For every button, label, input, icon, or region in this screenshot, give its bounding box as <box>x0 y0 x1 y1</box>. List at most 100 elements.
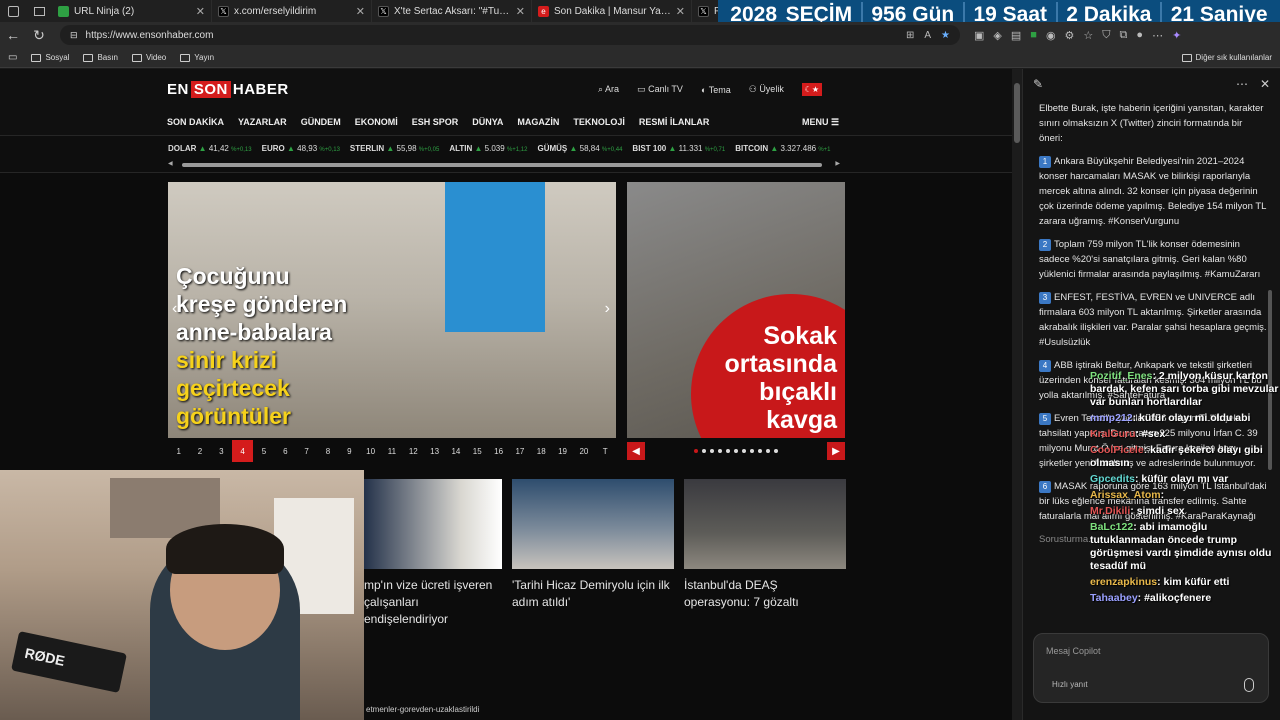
pager-item[interactable]: 10 <box>360 440 381 462</box>
search-link[interactable]: ⌕ Ara <box>598 84 619 95</box>
other-bookmarks[interactable]: Diğer sık kullanılanlar <box>1181 53 1272 62</box>
news-card[interactable]: 'Tarihi Hicaz Demiryolu için ilk adım at… <box>512 479 674 611</box>
slider-dot[interactable] <box>758 449 762 453</box>
ticker-item[interactable]: EURO ▲ 48,93 %+0,13 <box>262 144 340 153</box>
pager-item[interactable]: 8 <box>317 440 338 462</box>
pager-item[interactable]: 5 <box>253 440 274 462</box>
nav-item[interactable]: GÜNDEM <box>301 117 341 127</box>
slider-dot[interactable] <box>702 449 706 453</box>
nav-item[interactable]: TEKNOLOJİ <box>573 117 625 127</box>
pager-item[interactable]: 17 <box>509 440 530 462</box>
pager-item[interactable]: 7 <box>296 440 317 462</box>
browser-tab[interactable]: 𝕏x.com/erselyildirim ✕ <box>212 0 372 22</box>
pager-item[interactable]: 1 <box>168 440 189 462</box>
news-card[interactable]: mp'ın vize ücreti işveren çalışanları en… <box>364 479 502 628</box>
chat-username[interactable]: BaLc122 <box>1090 521 1133 533</box>
profile-icon[interactable] <box>0 0 26 22</box>
app-available-icon[interactable]: ⊞ <box>906 30 914 41</box>
slider-dot[interactable] <box>750 449 754 453</box>
url-field[interactable]: ⊟ https://www.ensonhaber.com ⊞ A ★ <box>60 25 960 45</box>
site-logo[interactable]: EN SON HABER <box>167 81 289 98</box>
extension-icon[interactable]: ▤ <box>1011 29 1021 42</box>
close-tab-icon[interactable]: ✕ <box>676 5 685 18</box>
secondary-slider[interactable]: Sokak ortasında bıçaklı kavga <box>627 182 845 438</box>
read-aloud-icon[interactable]: A <box>924 30 931 41</box>
browser-tab[interactable]: 𝕏 X'te Sertac Aksarı: "#Turkiye #Hul ✕ <box>372 0 532 22</box>
nav-item[interactable]: MAGAZİN <box>517 117 559 127</box>
microphone-icon[interactable] <box>1244 678 1254 692</box>
chat-username[interactable]: KralGuru <box>1090 428 1136 440</box>
avatar[interactable]: ● <box>1136 29 1143 42</box>
ticker-item[interactable]: DOLAR ▲ 41,42 %+0,13 <box>168 144 252 153</box>
chat-username[interactable]: Arissax_Atom <box>1090 489 1161 501</box>
nav-item[interactable]: RESMİ İLANLAR <box>639 117 710 127</box>
pager-item[interactable]: T <box>595 440 616 462</box>
new-chat-icon[interactable]: ✎ <box>1033 77 1043 91</box>
ticker-scrollbar[interactable]: ◀ ▶ <box>168 160 840 168</box>
bookmark-folder-basin[interactable]: Basın <box>83 53 118 62</box>
chat-username[interactable]: Tahaabey <box>1090 592 1138 604</box>
news-card[interactable]: İstanbul'da DEAŞ operasyonu: 7 gözaltı <box>684 479 846 611</box>
chat-username[interactable]: mmp212 <box>1090 412 1133 424</box>
ticker-item[interactable]: BIST 100 ▲ 11.331 %+0,71 <box>632 144 725 153</box>
nav-item[interactable]: DÜNYA <box>472 117 503 127</box>
theme-link[interactable]: ◐ Tema <box>701 85 731 95</box>
pager-item[interactable]: 18 <box>531 440 552 462</box>
ticker-item[interactable]: STERLIN ▲ 55,98 %+0,05 <box>350 144 439 153</box>
nav-item[interactable]: EKONOMİ <box>355 117 398 127</box>
pager-item[interactable]: 6 <box>275 440 296 462</box>
more-icon[interactable]: ⋯ <box>1152 29 1163 42</box>
pager-item[interactable]: 16 <box>488 440 509 462</box>
chat-username[interactable]: Pozitif_Enes <box>1090 370 1152 382</box>
close-tab-icon[interactable]: ✕ <box>516 5 525 18</box>
nav-item[interactable]: ESH SPOR <box>412 117 459 127</box>
slider-dot[interactable] <box>734 449 738 453</box>
pager-item[interactable]: 20 <box>573 440 594 462</box>
nav-item[interactable]: SON DAKİKA <box>167 117 224 127</box>
slider-dot[interactable] <box>766 449 770 453</box>
chat-username[interactable]: Mr.Dikili <box>1090 505 1130 517</box>
slider-dot[interactable] <box>694 449 698 453</box>
membership-link[interactable]: ⚇ Üyelik <box>749 84 784 95</box>
prev-arrow-icon[interactable]: ◀ <box>627 442 645 460</box>
favorite-star-icon[interactable]: ★ <box>941 30 950 41</box>
bookmark-folder-yayin[interactable]: Yayın <box>180 53 214 62</box>
scroll-left-icon[interactable]: ◀ <box>168 160 173 167</box>
ticker-item[interactable]: BITCOIN ▲ 3.327.486 %+1 <box>735 144 830 153</box>
live-tv-link[interactable]: ▭ Canlı TV <box>637 84 683 95</box>
page-scrollbar[interactable] <box>1012 69 1022 720</box>
collections-icon[interactable]: ⧉ <box>1120 29 1128 42</box>
chat-username[interactable]: erenzapkinus <box>1090 576 1157 588</box>
tab-actions-icon[interactable] <box>26 0 52 22</box>
favorites-icon[interactable]: ☆ <box>1083 29 1093 42</box>
extension-icon[interactable]: ◈ <box>993 29 1001 42</box>
pager-item[interactable]: 15 <box>467 440 488 462</box>
menu-button[interactable]: MENU ☰ <box>802 117 839 128</box>
close-icon[interactable]: ✕ <box>1260 77 1270 91</box>
ticker-item[interactable]: GÜMÜŞ ▲ 58,84 %+0,44 <box>537 144 622 153</box>
extension-icon[interactable]: ▣ <box>974 29 984 42</box>
slider-dot[interactable] <box>726 449 730 453</box>
extension-icon[interactable]: ⚙ <box>1065 29 1075 42</box>
nav-item[interactable]: YAZARLAR <box>238 117 287 127</box>
back-icon[interactable]: ← <box>4 27 22 43</box>
close-tab-icon[interactable]: ✕ <box>356 5 365 18</box>
pager-item[interactable]: 4 <box>231 440 254 462</box>
more-options-icon[interactable]: ⋯ <box>1236 77 1248 91</box>
refresh-icon[interactable]: ↻ <box>30 27 48 44</box>
headline-slider[interactable]: Çocuğunu kreşe gönderen anne-babalara sinir… <box>168 182 616 438</box>
browser-tab-active[interactable]: e Son Dakika | Mansur Yavaş'tan An ✕ <box>532 0 692 22</box>
scroll-thumb[interactable] <box>182 163 822 167</box>
site-info-icon[interactable]: ⊟ <box>70 30 78 41</box>
extension-icon[interactable]: ■ <box>1030 29 1037 42</box>
bookmark-folder-sosyal[interactable]: Sosyal <box>31 53 69 62</box>
slider-dot[interactable] <box>718 449 722 453</box>
browser-tab[interactable]: URL Ninja (2) ✕ <box>52 0 212 22</box>
close-tab-icon[interactable]: ✕ <box>196 5 205 18</box>
slider-prev-icon[interactable]: ‹ <box>172 300 177 318</box>
scroll-right-icon[interactable]: ▶ <box>835 160 840 167</box>
chat-username[interactable]: Gpcedits <box>1090 473 1135 485</box>
slider-dot[interactable] <box>774 449 778 453</box>
chat-username[interactable]: CoolPicele <box>1090 444 1144 456</box>
pager-item[interactable]: 11 <box>381 440 402 462</box>
